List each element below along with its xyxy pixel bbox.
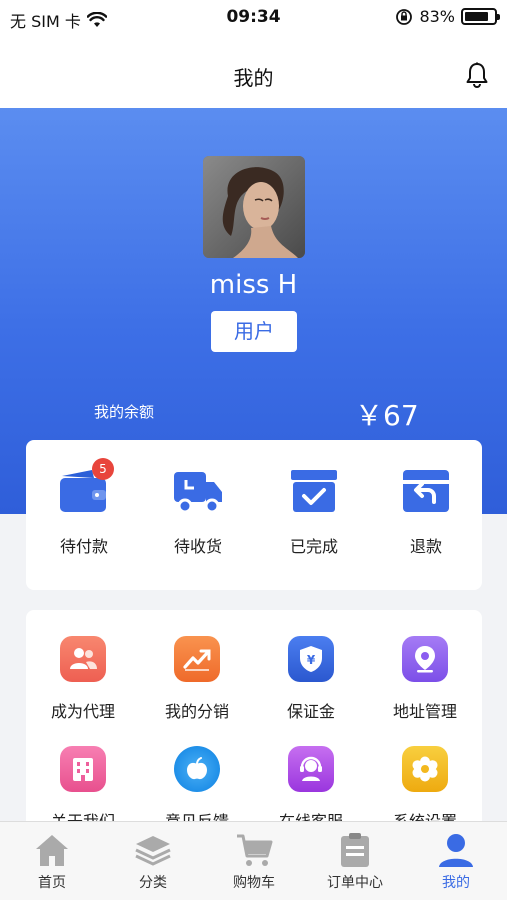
order-pending-payment[interactable]: 5 待付款 (34, 458, 134, 557)
user-name: miss H (209, 270, 298, 300)
customer-service-icon (300, 756, 322, 781)
order-label: 已完成 (289, 537, 338, 556)
battery-level (465, 12, 489, 21)
page-title: 我的 (233, 66, 274, 90)
service-label: 我的分销 (164, 702, 229, 721)
battery-icon (461, 8, 500, 25)
tab-orders[interactable]: 订单中心 (305, 830, 405, 892)
tab-label: 我的 (442, 875, 470, 891)
location-icon (415, 646, 435, 673)
clipboard-icon (341, 833, 369, 867)
tab-bar: 首页 分类 购物车 订单中心 我的 (0, 821, 507, 900)
trend-chart-icon (183, 649, 211, 671)
order-label: 退款 (409, 537, 442, 556)
service-label: 成为代理 (50, 702, 115, 721)
service-about-us[interactable]: 关于我们 (28, 746, 138, 832)
avatar[interactable] (203, 156, 305, 258)
tab-category[interactable]: 分类 (103, 830, 203, 892)
balance-label: 我的余额 (94, 403, 155, 421)
order-badge: 5 (92, 458, 114, 480)
truck-icon (174, 472, 222, 514)
svg-text:¥: ¥ (307, 653, 316, 667)
orders-card: 5 待付款 待收货 已完成 退款 (26, 440, 482, 590)
cart-icon (237, 834, 273, 866)
service-system-settings[interactable]: 系统设置 (370, 746, 480, 832)
order-pending-receipt[interactable]: 待收货 (148, 466, 248, 557)
apple-icon (187, 757, 207, 780)
refund-icon (403, 470, 449, 512)
tab-mine[interactable]: 我的 (406, 830, 506, 892)
service-my-distribution[interactable]: 我的分销 (142, 636, 252, 722)
orientation-lock-icon (396, 8, 413, 25)
nav-bar: 我的 (0, 38, 507, 108)
tab-label: 首页 (38, 875, 66, 891)
services-card: 成为代理 我的分销 ¥ 保证金 地址管理 (26, 610, 482, 850)
tab-home[interactable]: 首页 (2, 830, 102, 892)
service-online-support[interactable]: 在线客服 (256, 746, 366, 832)
user-icon (439, 834, 473, 867)
building-icon (73, 758, 93, 781)
balance-value[interactable]: ￥67 (355, 394, 419, 434)
tab-label: 订单中心 (327, 875, 383, 891)
layers-icon (135, 836, 171, 866)
service-deposit[interactable]: ¥ 保证金 (256, 636, 366, 722)
battery-percent: 83% (419, 7, 455, 26)
status-bar: 无 SIM 卡 09:34 83% (0, 0, 507, 38)
shield-yen-icon: ¥ (300, 646, 322, 672)
order-completed[interactable]: 已完成 (264, 466, 364, 557)
service-label: 保证金 (286, 702, 335, 721)
order-refund[interactable]: 退款 (376, 466, 476, 557)
people-icon (70, 648, 97, 669)
service-address-management[interactable]: 地址管理 (370, 636, 480, 722)
bell-icon[interactable] (465, 62, 489, 88)
home-icon (36, 835, 68, 866)
tab-label: 分类 (139, 875, 167, 891)
service-feedback[interactable]: 意见反馈 (142, 746, 252, 832)
order-label: 待付款 (59, 537, 108, 556)
tab-label: 购物车 (233, 875, 275, 891)
completed-box-icon (291, 470, 337, 512)
order-label: 待收货 (173, 537, 222, 556)
gear-icon (412, 756, 438, 782)
service-become-agent[interactable]: 成为代理 (28, 636, 138, 722)
role-button[interactable]: 用户 (211, 311, 297, 352)
tab-cart[interactable]: 购物车 (204, 830, 304, 892)
service-label: 地址管理 (392, 702, 457, 721)
